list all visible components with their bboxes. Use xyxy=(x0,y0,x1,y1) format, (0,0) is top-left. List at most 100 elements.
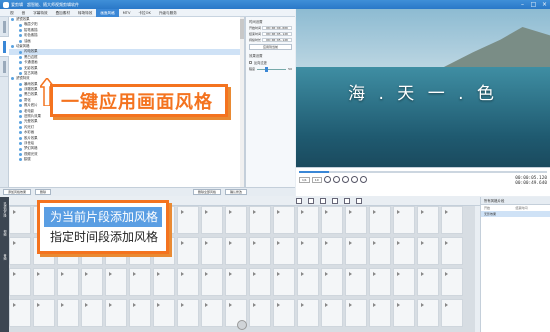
timeline-cell[interactable] xyxy=(345,237,367,265)
timeline-cell[interactable] xyxy=(129,268,151,296)
scrollbar-thumb[interactable] xyxy=(240,19,244,39)
timeline-cell[interactable] xyxy=(417,237,439,265)
timeline-cell[interactable] xyxy=(393,237,415,265)
timeline-cell[interactable] xyxy=(81,299,103,327)
timeline-cell[interactable] xyxy=(393,206,415,234)
timeline-cell[interactable] xyxy=(177,268,199,296)
timeline-cell[interactable] xyxy=(369,237,391,265)
timeline-cell[interactable] xyxy=(441,237,463,265)
timeline-cell[interactable] xyxy=(153,299,175,327)
timeline-cell[interactable] xyxy=(177,237,199,265)
timeline-cell[interactable] xyxy=(105,299,127,327)
timeline-cell[interactable] xyxy=(321,237,343,265)
timeline-cell[interactable] xyxy=(393,299,415,327)
apply-current-button[interactable]: 应用到当前 xyxy=(249,44,292,51)
menu-item-video[interactable]: 视 xyxy=(6,9,18,17)
timeline-cell[interactable] xyxy=(201,237,223,265)
duration-field[interactable]: 00:00:05.120 xyxy=(262,37,292,43)
menu-item-mtv[interactable]: MTV xyxy=(119,9,135,17)
prev-frame-icon[interactable] xyxy=(341,176,349,183)
timeline-cell[interactable] xyxy=(441,268,463,296)
add-style-button[interactable]: 添加风格效果 xyxy=(3,189,32,195)
timeline-cell[interactable] xyxy=(105,268,127,296)
category-tab-filter[interactable] xyxy=(0,17,9,37)
timeline-tab-clips[interactable]: 已添加片段 xyxy=(0,197,9,221)
menu-option-current-clip[interactable]: 为当前片段添加风格 xyxy=(44,207,162,227)
timeline-cell[interactable] xyxy=(345,206,367,234)
scale-box[interactable]: 1X xyxy=(311,176,322,183)
degree-slider-handle[interactable] xyxy=(265,66,269,72)
timeline-cell[interactable] xyxy=(249,206,271,234)
menu-item-subtitle[interactable]: 字幕特效 xyxy=(29,9,51,17)
menu-item-transition[interactable]: 转场特效 xyxy=(74,9,96,17)
timeline-cell[interactable] xyxy=(201,206,223,234)
timeline-cell[interactable] xyxy=(321,268,343,296)
undo-icon[interactable] xyxy=(296,198,302,204)
timeline-cell[interactable] xyxy=(417,299,439,327)
close-icon[interactable]: × xyxy=(541,1,548,8)
menu-item-audio[interactable]: 音 xyxy=(18,9,30,17)
zoom-knob-icon[interactable] xyxy=(237,320,247,330)
timeline-tab-video[interactable]: 视频 xyxy=(0,221,9,245)
timeline-cell[interactable] xyxy=(345,268,367,296)
timeline-cell[interactable] xyxy=(81,268,103,296)
timeline-cell[interactable] xyxy=(321,206,343,234)
timeline-cell[interactable] xyxy=(9,299,31,327)
timeline-cell[interactable] xyxy=(273,206,295,234)
timeline-cell[interactable] xyxy=(177,299,199,327)
style-clip-row[interactable]: 无影效果 xyxy=(481,211,550,217)
start-time-field[interactable]: 00:00:00.000 xyxy=(262,26,292,31)
timeline-cell[interactable] xyxy=(441,206,463,234)
delete-style-button[interactable]: 删除 xyxy=(35,189,52,195)
degree-slider-track[interactable] xyxy=(257,66,287,72)
timeline-cell[interactable] xyxy=(273,268,295,296)
timeline-cell[interactable] xyxy=(321,299,343,327)
timeline-cell[interactable] xyxy=(369,206,391,234)
timeline-cell[interactable] xyxy=(249,299,271,327)
timeline-cell[interactable] xyxy=(297,299,319,327)
menu-item-overlay[interactable]: 叠加素材 xyxy=(52,9,74,17)
timeline-cell[interactable] xyxy=(57,268,79,296)
maximize-icon[interactable]: □ xyxy=(530,1,537,8)
menu-item-karaoke[interactable]: 卡拉OK xyxy=(134,9,154,17)
volume-icon[interactable] xyxy=(359,176,367,183)
timeline-cell[interactable] xyxy=(417,206,439,234)
timeline-cell[interactable] xyxy=(441,299,463,327)
redo-icon[interactable] xyxy=(308,198,314,204)
timeline-cell[interactable] xyxy=(273,299,295,327)
open-icon[interactable] xyxy=(332,198,338,204)
timeline-cell[interactable] xyxy=(201,268,223,296)
confirm-button[interactable]: 确认修改 xyxy=(225,189,248,195)
speed-box[interactable]: 1/1 xyxy=(299,176,310,183)
timeline-cell[interactable] xyxy=(249,268,271,296)
timeline-cell[interactable] xyxy=(177,206,199,234)
category-tab-dynamic[interactable] xyxy=(0,57,9,77)
timeline-cell[interactable] xyxy=(9,268,31,296)
timeline-cell[interactable] xyxy=(273,237,295,265)
degree-slider[interactable]: 程度 50 xyxy=(249,66,292,72)
end-time-field[interactable]: 00:00:05.120 xyxy=(262,31,292,37)
timeline-cell[interactable] xyxy=(9,206,31,234)
timeline-cell[interactable] xyxy=(297,268,319,296)
timeline-cell[interactable] xyxy=(129,299,151,327)
menu-option-time-range[interactable]: 指定时间段添加风格 xyxy=(44,227,162,247)
play-icon[interactable] xyxy=(323,176,331,183)
playback-progress-bar[interactable] xyxy=(299,171,547,173)
category-tab-style[interactable] xyxy=(0,37,9,57)
timeline-cell[interactable] xyxy=(225,268,247,296)
timeline-cell[interactable] xyxy=(369,299,391,327)
timeline-cell[interactable] xyxy=(345,299,367,327)
clear-styles-button[interactable]: 删除全部风格 xyxy=(193,189,222,195)
timeline-cell[interactable] xyxy=(225,237,247,265)
tree-item[interactable]: 朦胧 xyxy=(9,157,244,162)
timeline-tab-audio[interactable]: 音频 xyxy=(0,245,9,269)
save-icon[interactable] xyxy=(320,198,326,204)
timeline-cell[interactable] xyxy=(393,268,415,296)
timeline-cell[interactable] xyxy=(297,237,319,265)
stop-icon[interactable] xyxy=(332,176,340,183)
timeline-cell[interactable] xyxy=(201,299,223,327)
timeline-cell[interactable] xyxy=(33,299,55,327)
timeline-cell[interactable] xyxy=(9,237,31,265)
reverse-checkbox[interactable]: 反向过渡 xyxy=(249,60,292,65)
menu-item-upgrade[interactable]: 升级与服务 xyxy=(155,9,181,17)
